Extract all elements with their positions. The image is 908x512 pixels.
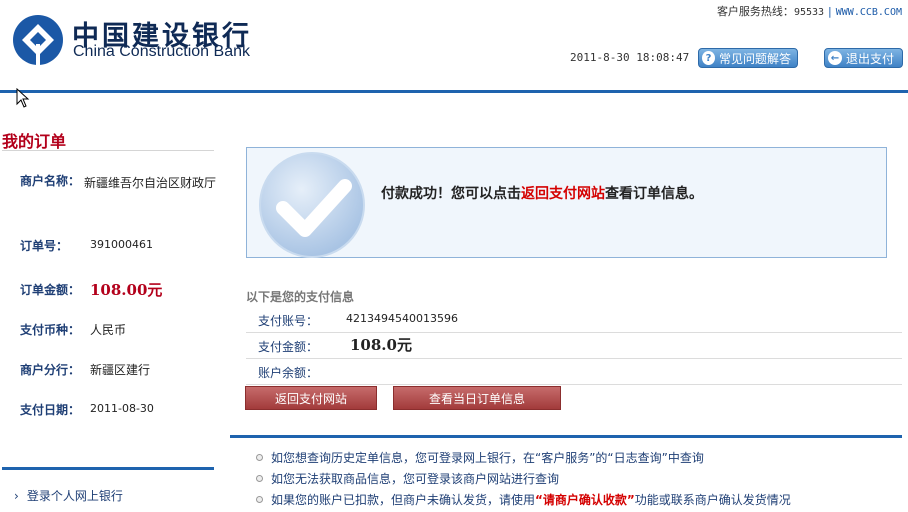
view-today-orders-button[interactable]: 查看当日订单信息 bbox=[393, 386, 561, 410]
bullet-icon bbox=[256, 475, 263, 482]
top-links: 客户服务热线：95533|WWW.CCB.COM bbox=[717, 3, 902, 19]
pay-amount-label: 支付金额： bbox=[258, 338, 318, 355]
bank-name-en: China Construction Bank bbox=[73, 43, 250, 61]
tip-item: 如您想查询历史定单信息，您可登录网上银行，在“客户服务”的“日志查询”中查询 bbox=[256, 449, 704, 466]
order-amount-label: 订单金额： bbox=[20, 281, 80, 298]
payment-date-value: 2011-08-30 bbox=[90, 402, 154, 415]
tip-text: 如您无法获取商品信息，您可登录该商户网站进行查询 bbox=[271, 470, 559, 487]
hotline-number: 95533 bbox=[794, 7, 824, 18]
confirm-receipt-highlight: “请商户确认收款” bbox=[535, 491, 635, 508]
return-site-button[interactable]: 返回支付网站 bbox=[245, 386, 377, 410]
merchant-name-label: 商户名称： bbox=[20, 172, 80, 189]
exit-arrow-icon: ← bbox=[828, 51, 842, 65]
tip-text-after: 功能或联系商户确认发货情况 bbox=[635, 491, 791, 508]
success-suffix: 查看订单信息。 bbox=[605, 186, 703, 202]
merchant-branch-label: 商户分行： bbox=[20, 361, 80, 378]
order-amount-value: 108.00元 bbox=[90, 279, 162, 300]
tip-item: 如果您的账户已扣款，但商户未确认发货，请使用“请商户确认收款”功能或联系商户确认… bbox=[256, 491, 791, 508]
my-order-title: 我的订单 bbox=[2, 128, 66, 152]
faq-label: 常见问题解答 bbox=[719, 50, 791, 67]
return-site-link[interactable]: 返回支付网站 bbox=[521, 186, 605, 202]
pay-account-label: 支付账号： bbox=[258, 312, 318, 329]
pay-amount-value: 108.0元 bbox=[350, 334, 412, 355]
website-link[interactable]: WWW.CCB.COM bbox=[836, 7, 902, 18]
pay-account-value: 4213494540013596 bbox=[346, 312, 458, 325]
header-divider bbox=[0, 90, 908, 93]
tip-text-before: 如果您的账户已扣款，但商户未确认发货，请使用 bbox=[271, 491, 535, 508]
login-link-label: 登录个人网上银行 bbox=[27, 489, 123, 503]
currency-label: 支付币种： bbox=[20, 321, 80, 338]
order-number-value: 391000461 bbox=[90, 238, 153, 251]
account-balance-row: 账户余额： bbox=[246, 359, 902, 385]
question-icon: ? bbox=[702, 51, 715, 65]
exit-label: 退出支付 bbox=[846, 50, 894, 67]
chevron-right-icon: › bbox=[14, 489, 19, 503]
pay-amount-row: 支付金额： 108.0元 bbox=[246, 333, 902, 359]
exit-payment-button[interactable]: ← 退出支付 bbox=[824, 48, 903, 68]
faq-button[interactable]: ? 常见问题解答 bbox=[698, 48, 798, 68]
tips-divider bbox=[230, 435, 902, 438]
success-prefix: 付款成功！您可以点击 bbox=[381, 186, 521, 202]
left-bottom-divider bbox=[2, 467, 214, 470]
success-check-icon bbox=[257, 150, 367, 260]
order-number-label: 订单号： bbox=[20, 237, 68, 254]
merchant-branch-value: 新疆区建行 bbox=[90, 361, 150, 378]
payment-info-title: 以下是您的支付信息 bbox=[246, 288, 354, 305]
account-balance-label: 账户余额： bbox=[258, 364, 318, 381]
tip-item: 如您无法获取商品信息，您可登录该商户网站进行查询 bbox=[256, 470, 559, 487]
currency-value: 人民币 bbox=[90, 321, 126, 338]
payment-date-label: 支付日期： bbox=[20, 401, 80, 418]
current-datetime: 2011-8-30 18:08:47 bbox=[570, 51, 689, 64]
tip-text: 如您想查询历史定单信息，您可登录网上银行，在“客户服务”的“日志查询”中查询 bbox=[271, 449, 704, 466]
order-title-divider bbox=[2, 150, 214, 151]
payment-success-panel: 付款成功！您可以点击返回支付网站查看订单信息。 bbox=[246, 147, 887, 258]
pay-account-row: 支付账号： 4213494540013596 bbox=[246, 307, 902, 333]
ccb-logo-icon bbox=[12, 14, 64, 66]
bullet-icon bbox=[256, 454, 263, 461]
personal-ebank-login-link[interactable]: › 登录个人网上银行 bbox=[14, 487, 123, 504]
merchant-name-value: 新疆维吾尔自治区财政厅 bbox=[84, 174, 216, 191]
bullet-icon bbox=[256, 496, 263, 503]
mouse-cursor-icon bbox=[16, 88, 30, 108]
hotline-label: 客户服务热线： bbox=[717, 5, 794, 18]
success-message: 付款成功！您可以点击返回支付网站查看订单信息。 bbox=[381, 183, 703, 203]
